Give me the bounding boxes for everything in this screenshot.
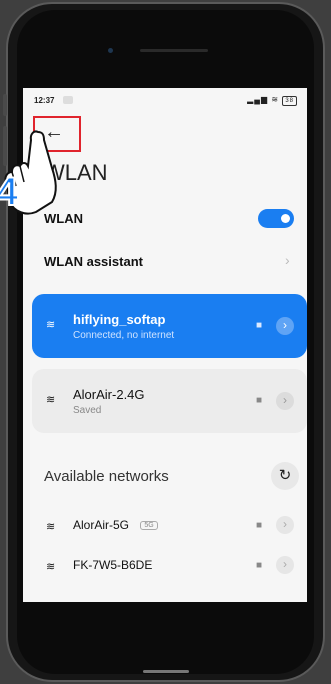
lock-icon: ■ xyxy=(256,560,263,571)
network-status: Saved xyxy=(73,405,102,416)
connected-network-card[interactable]: ≋ hiflying_softap Connected, no internet… xyxy=(32,294,307,358)
signal-icon: ▂▄▆ xyxy=(247,95,269,104)
status-icons: ▂▄▆ ≋ 38 xyxy=(247,95,297,106)
details-arrow-icon[interactable]: › xyxy=(276,556,294,574)
notification-icon xyxy=(63,96,73,104)
refresh-icon[interactable]: ↻ xyxy=(271,462,299,490)
network-name: AlorAir-2.4G xyxy=(73,387,145,402)
chevron-right-icon: › xyxy=(285,252,290,268)
battery-icon: 38 xyxy=(282,96,297,106)
details-arrow-icon[interactable]: › xyxy=(276,516,294,534)
details-arrow-icon[interactable]: › xyxy=(276,392,294,410)
lock-icon: ■ xyxy=(256,320,263,331)
home-indicator xyxy=(143,670,189,673)
available-networks-title: Available networks xyxy=(44,468,169,485)
step-number: 4 xyxy=(0,169,19,215)
status-time: 12:37 xyxy=(34,96,55,105)
speaker xyxy=(140,49,208,52)
wifi-status-icon: ≋ xyxy=(271,95,280,104)
network-name: AlorAir-5G xyxy=(73,518,130,532)
network-row[interactable]: ≋ FK-7W5-B6DE ■ › xyxy=(23,548,307,588)
camera xyxy=(108,48,113,53)
band-badge: 5G xyxy=(140,521,158,531)
network-name: hiflying_softap xyxy=(73,312,166,327)
lock-icon: ■ xyxy=(256,520,263,531)
network-name: FK-7W5-B6DE xyxy=(73,558,153,572)
status-bar: 12:37 ▂▄▆ ≋ 38 xyxy=(23,88,307,112)
saved-network-card[interactable]: ≋ AlorAir-2.4G Saved ■ › xyxy=(32,369,307,433)
toggle-knob xyxy=(281,214,290,223)
wifi-icon: ≋ xyxy=(46,561,56,573)
network-row[interactable]: ≋ AlorAir-5G 5G ■ › xyxy=(23,508,307,548)
wifi-icon: ≋ xyxy=(46,521,56,533)
wifi-icon: ≋ xyxy=(46,394,56,406)
wlan-assistant-label[interactable]: WLAN assistant xyxy=(44,254,143,269)
lock-icon: ■ xyxy=(256,395,263,406)
wifi-icon: ≋ xyxy=(46,319,56,331)
wlan-toggle[interactable] xyxy=(258,209,294,228)
network-status: Connected, no internet xyxy=(73,330,175,341)
volume-button xyxy=(3,94,7,116)
details-arrow-icon[interactable]: › xyxy=(276,317,294,335)
